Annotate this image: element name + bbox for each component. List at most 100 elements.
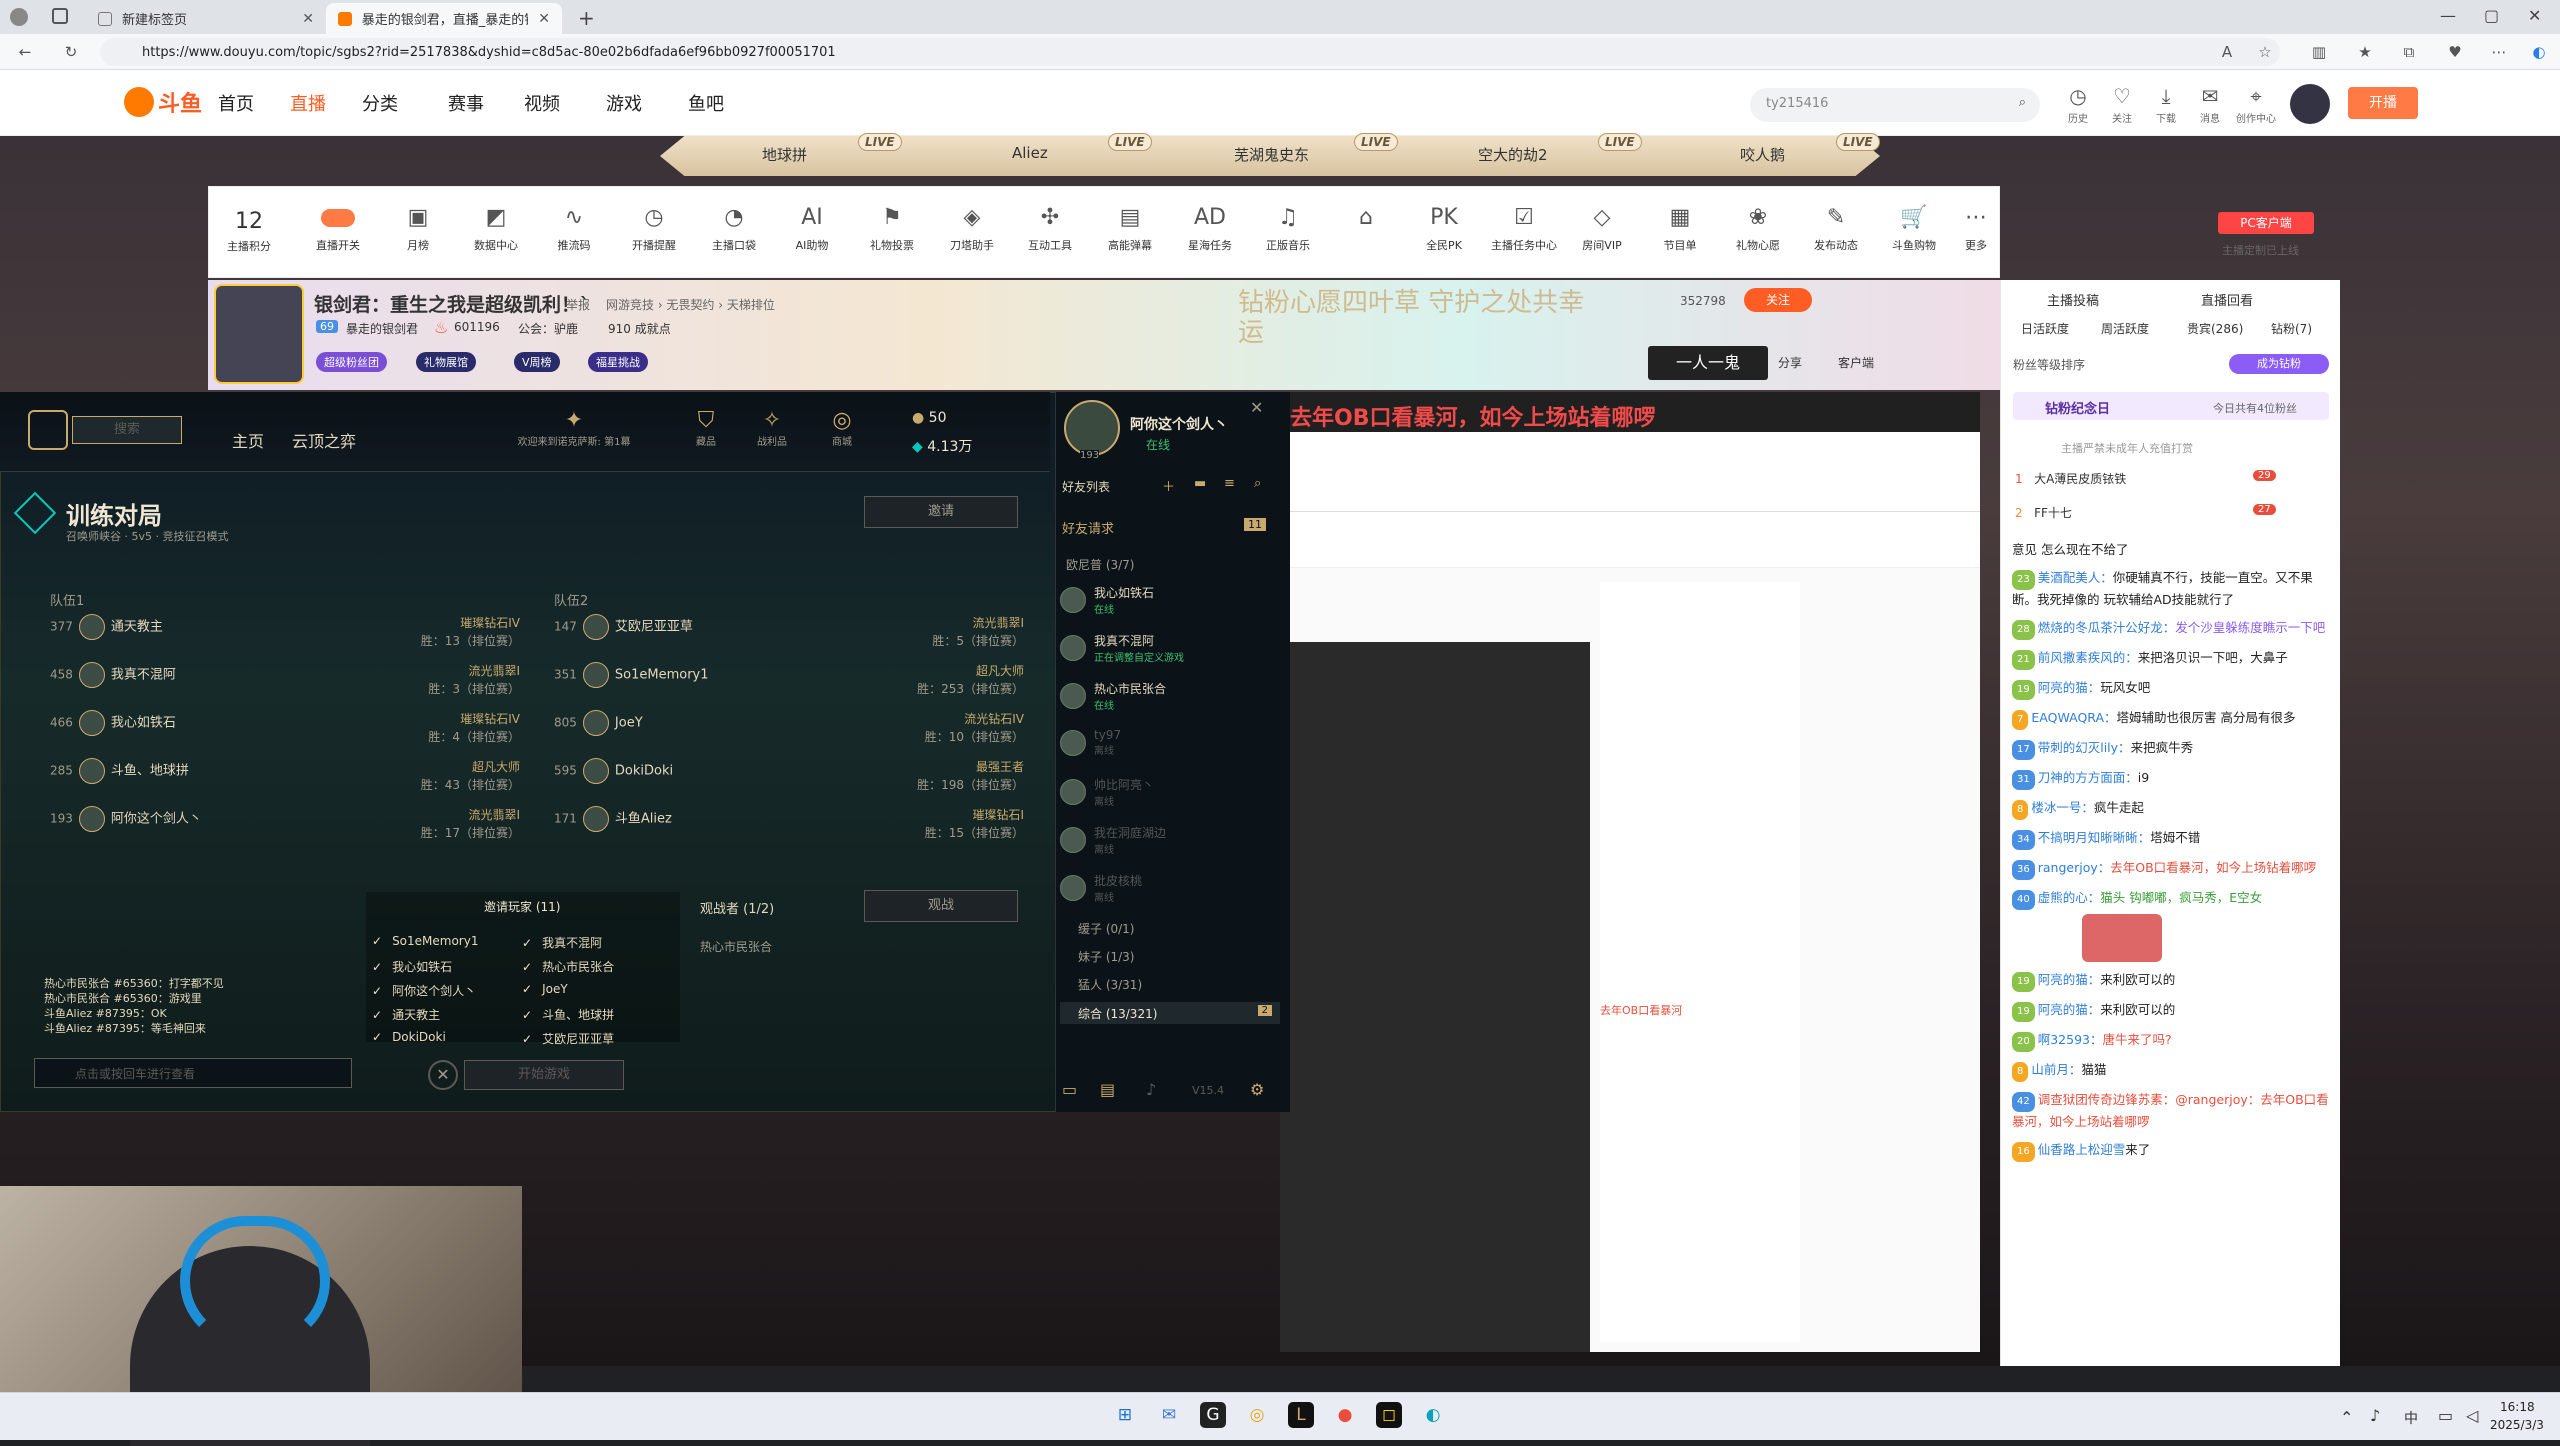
category-item[interactable]: 空大的劫2	[1478, 144, 1548, 165]
lol-event-button[interactable]: ✦ 欢迎来到诺克萨斯: 第1幕	[514, 408, 634, 448]
tab-vip[interactable]: 贵宾(286)	[2187, 320, 2243, 337]
invitee-item[interactable]: ✓ 斗鱼、地球拼	[522, 1006, 614, 1023]
history-icon[interactable]: ◷ 历史	[2058, 84, 2098, 125]
chat-username[interactable]: 阿亮的猫：	[2038, 1002, 2101, 1017]
lol-settings-icon[interactable]: ⚙	[1250, 1080, 1264, 1099]
invite-button[interactable]: 邀请	[864, 496, 1018, 528]
lobby-chat-input[interactable]: 点击或按回车进行查看	[34, 1058, 352, 1088]
chat-username[interactable]: 美酒配美人：	[2038, 570, 2113, 585]
player-row[interactable]: 193 阿你这个剑人丶 流光翡翠I 胜：17（排位赛）	[50, 806, 520, 850]
tool-data[interactable]: ◩ 数据中心	[459, 205, 533, 253]
close-icon[interactable]: ✕	[1250, 398, 1263, 417]
chat-username[interactable]: EAQWAQRA：	[2031, 710, 2116, 725]
become-diamond-button[interactable]: 成为钻粉	[2229, 354, 2329, 374]
search-icon[interactable]: ⌕	[1254, 476, 1261, 491]
tool-more[interactable]: ⋯ 更多	[1951, 205, 2001, 253]
invitee-item[interactable]: ✓ So1eMemory1	[372, 934, 478, 948]
rp-amount[interactable]: ● 50	[912, 410, 1016, 426]
nav-category[interactable]: 分类	[362, 90, 398, 116]
anchor-name[interactable]: 暴走的银剑君	[346, 320, 418, 337]
lol-user-status[interactable]: 在线	[1146, 436, 1170, 453]
invitee-item[interactable]: ✓ 通天教主	[372, 1006, 440, 1023]
split-screen-icon[interactable]: ▥	[2310, 43, 2328, 61]
tool-gift[interactable]: ⌂	[1329, 205, 1403, 237]
profile-icon[interactable]	[10, 8, 28, 26]
friend-item[interactable]: 我在洞庭湖边 离线	[1060, 824, 1280, 856]
friend-group[interactable]: 妹子 (1/3)	[1078, 948, 1135, 965]
tool-remind[interactable]: ◷ 开播提醒	[617, 205, 691, 253]
invitee-item[interactable]: ✓ DokiDoki	[372, 1030, 446, 1044]
bell-icon[interactable]: ✉ 消息	[2190, 84, 2230, 125]
clock-date[interactable]: 2025/3/3	[2490, 1418, 2544, 1432]
douyu-logo[interactable]: 斗鱼	[124, 86, 202, 118]
read-aloud-icon[interactable]: A	[2218, 43, 2236, 61]
menu-icon[interactable]: ⋯	[2490, 43, 2508, 61]
player-row[interactable]: 147 艾欧尼亚亚草 流光翡翠I 胜：5（排位赛）	[554, 614, 1024, 658]
category-item[interactable]: 地球拼	[762, 144, 807, 165]
favorite-star-icon[interactable]: ☆	[2256, 43, 2274, 61]
chat-username[interactable]: 调查狱团传奇边锋苏素：	[2038, 1092, 2176, 1107]
friend-group[interactable]: 猛人 (3/31)	[1078, 976, 1142, 993]
tool-wish[interactable]: ❀ 礼物心愿	[1721, 205, 1795, 253]
chat-username[interactable]: 不搞明月知晰晰晰：	[2038, 830, 2151, 845]
player-row[interactable]: 466 我心如铁石 璀璨钻石IV 胜：4（排位赛）	[50, 710, 520, 754]
clock-time[interactable]: 16:18	[2500, 1400, 2535, 1414]
chat-username[interactable]: 楼冰一号：	[2031, 800, 2094, 815]
badge-fans[interactable]: 超级粉丝团	[316, 352, 387, 372]
tool-pk[interactable]: PK 全民PK	[1407, 205, 1481, 253]
lol-user-name[interactable]: 阿你这个剑人丶	[1130, 414, 1228, 434]
new-tab-icon[interactable]: +	[578, 6, 595, 30]
tool-dota[interactable]: ◈ 刀塔助手	[935, 205, 1009, 253]
tab-daily[interactable]: 日活跃度	[2021, 320, 2069, 337]
lol-logo-icon[interactable]	[28, 410, 68, 450]
tool-mission[interactable]: AD 星海任务	[1173, 205, 1247, 253]
tool-vip[interactable]: ◇ 房间VIP	[1565, 205, 1639, 253]
tool-pocket[interactable]: ◔ 主播口袋	[697, 205, 771, 253]
player-row[interactable]: 595 DokiDoki 最强王者 胜：198（排位赛）	[554, 758, 1024, 802]
player-row[interactable]: 171 斗鱼Aliez 璀璨钻石I 胜：15（排位赛）	[554, 806, 1024, 850]
friend-group[interactable]: 缓子 (0/1)	[1078, 920, 1135, 937]
chat-username[interactable]: 仙香路上松迎雪	[2038, 1142, 2126, 1157]
share-button[interactable]: 分享	[1778, 354, 1802, 371]
app-icon[interactable]: ●	[1332, 1402, 1358, 1428]
player-row[interactable]: 285 斗鱼、地球拼 超凡大师 胜：43（排位赛）	[50, 758, 520, 802]
friend-group-ionia[interactable]: 欧尼普 (3/7)	[1066, 556, 1135, 573]
nav-video[interactable]: 视频	[524, 90, 560, 116]
cancel-queue-button[interactable]: ✕	[428, 1060, 458, 1090]
lol-loot-button[interactable]: ✧ 战利品	[744, 408, 800, 448]
edge-icon[interactable]: ◐	[1420, 1402, 1446, 1428]
tool-program[interactable]: ▦ 节目单	[1643, 205, 1717, 253]
friend-item[interactable]: 我心如铁石 在线	[1060, 584, 1280, 616]
friend-requests[interactable]: 好友请求	[1062, 518, 1114, 537]
download-icon[interactable]: ⤓ 下载	[2146, 84, 2186, 125]
lol-collection-button[interactable]: ⛉ 藏品	[678, 408, 734, 448]
invitee-item[interactable]: ✓ JoeY	[522, 982, 568, 996]
friend-group-active[interactable]: 综合 (13/321) 2	[1060, 1002, 1280, 1024]
lol-mic-icon[interactable]: ♪	[1146, 1080, 1170, 1104]
start-game-button[interactable]: 开始游戏	[464, 1060, 624, 1090]
tab-actions-icon[interactable]	[52, 8, 68, 24]
lol-nav-home[interactable]: 主页	[232, 428, 264, 452]
tool-monthly[interactable]: ▣ 月榜	[381, 205, 455, 253]
network-icon[interactable]: ▭	[2438, 1406, 2453, 1425]
tool-tasks[interactable]: ☑ 主播任务中心	[1487, 205, 1561, 253]
lol-mission-icon[interactable]: ▤	[1100, 1080, 1124, 1104]
app-icon[interactable]: L	[1288, 1402, 1314, 1428]
avatar[interactable]	[2290, 84, 2330, 124]
tab-weekly[interactable]: 周活跃度	[2101, 320, 2149, 337]
badge-gifts[interactable]: 礼物展馆	[416, 352, 476, 372]
app-icon[interactable]: ◻	[1376, 1402, 1402, 1428]
location-icon[interactable]: ⌖ 创作中心	[2236, 84, 2276, 125]
ime-indicator[interactable]: 中	[2404, 1408, 2418, 1428]
windows-start-icon[interactable]: ⊞	[1112, 1402, 1138, 1428]
nav-events[interactable]: 赛事	[448, 90, 484, 116]
lol-chat-icon[interactable]: ▭	[1062, 1080, 1086, 1104]
copilot-icon[interactable]: ◐	[2530, 43, 2548, 61]
friend-item[interactable]: 我真不混阿 正在调整自定义游戏	[1060, 632, 1280, 664]
event-banner[interactable]: 钻粉心愿四叶草 守护之处共幸运	[1238, 288, 1598, 348]
window-close-icon[interactable]: ✕	[2528, 6, 2541, 25]
search-icon[interactable]: ⌕	[2019, 95, 2026, 110]
player-row[interactable]: 377 通天教主 璀璨钻石IV 胜：13（排位赛）	[50, 614, 520, 658]
report-link[interactable]: 举报	[566, 296, 590, 313]
chat-username[interactable]: 刀神的方方面面：	[2038, 770, 2138, 785]
